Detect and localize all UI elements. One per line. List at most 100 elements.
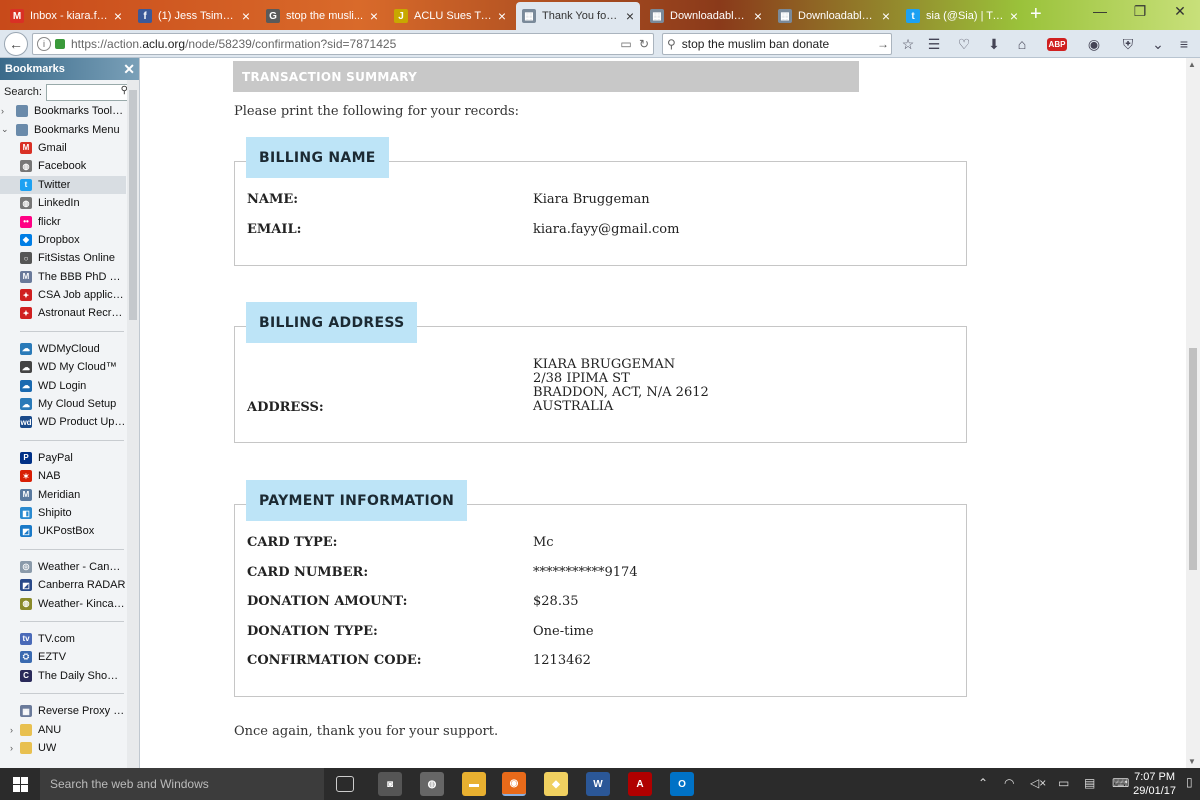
adblock-icon[interactable]: ABP	[1044, 35, 1070, 53]
overflow-chevron-icon[interactable]: ⌄	[1148, 35, 1168, 53]
close-window-icon[interactable]: ✕	[1160, 3, 1200, 20]
page-scrollbar[interactable]: ▲ ▼	[1186, 58, 1200, 768]
home-icon[interactable]: ⌂	[1012, 35, 1032, 53]
url-text[interactable]: https://action.aclu.org/node/58239/confi…	[71, 37, 617, 51]
menu-icon[interactable]: ≡	[1174, 35, 1194, 53]
collapse-chevron-icon[interactable]: ›	[10, 725, 13, 735]
bookmark-item[interactable]: M Meridian	[0, 485, 126, 503]
search-bar[interactable]: ⚲ →	[662, 33, 892, 55]
bookmark-item[interactable]: P PayPal	[0, 449, 126, 467]
new-tab-button[interactable]: +	[1030, 4, 1042, 24]
bookmark-item[interactable]: ◎ Weather - Canbe...	[0, 558, 126, 576]
reading-list-icon[interactable]: ☰	[924, 35, 944, 53]
file-explorer-icon[interactable]: ▬	[462, 772, 486, 796]
sticky-notes-icon[interactable]: ◆	[544, 772, 568, 796]
page-scrollbar-thumb[interactable]	[1189, 348, 1197, 570]
sidebar-search-input[interactable]	[46, 85, 121, 100]
keyboard-icon[interactable]: ⌨	[1112, 776, 1129, 790]
close-tab-icon[interactable]: ×	[370, 9, 378, 23]
bookmark-item[interactable]: ◍ LinkedIn	[0, 194, 126, 212]
collapse-chevron-icon[interactable]: ›	[10, 743, 13, 753]
close-tab-icon[interactable]: ×	[498, 9, 506, 23]
app-icon[interactable]: ◍	[420, 772, 444, 796]
bookmark-item[interactable]: ✦ CSA Job applicati...	[0, 286, 126, 304]
bookmark-item[interactable]: ✶ NAB	[0, 467, 126, 485]
bookmark-item[interactable]: ◧ Shipito	[0, 504, 126, 522]
search-input[interactable]	[681, 37, 875, 51]
close-tab-icon[interactable]: ×	[754, 9, 762, 23]
browser-tab[interactable]: ▦ Downloadable ... ×	[772, 2, 896, 30]
bookmark-item[interactable]: wd WD Product Upd...	[0, 413, 126, 431]
bookmark-item[interactable]: ◩ UKPostBox	[0, 522, 126, 540]
bookmark-item[interactable]: ⛭ EZTV	[0, 648, 126, 666]
taskbar-search-box[interactable]: Search the web and Windows	[40, 768, 324, 800]
word-icon[interactable]: W	[586, 772, 610, 796]
close-tab-icon[interactable]: ×	[626, 9, 634, 23]
close-sidebar-icon[interactable]: ✕	[123, 61, 135, 78]
extension-icon[interactable]: ◉	[1084, 35, 1104, 53]
close-tab-icon[interactable]: ×	[242, 9, 250, 23]
close-tab-icon[interactable]: ×	[1010, 9, 1018, 23]
bookmark-item[interactable]: tv TV.com	[0, 630, 126, 648]
bookmark-item[interactable]: M The BBB PhD – B...	[0, 268, 126, 286]
sidebar-search-box[interactable]: ⚲	[45, 83, 135, 101]
bookmark-item[interactable]: ▦ Reverse Proxy - A...	[0, 702, 126, 720]
bookmark-folder[interactable]: › UW	[0, 739, 126, 757]
search-go-icon[interactable]: →	[875, 37, 891, 51]
outlook-icon[interactable]: O	[670, 772, 694, 796]
task-view-icon[interactable]	[336, 776, 354, 792]
action-center-icon[interactable]: ▯	[1186, 775, 1193, 789]
collapse-chevron-icon[interactable]: ›	[1, 106, 4, 116]
bookmark-item[interactable]: ◍ Weather- Kincard...	[0, 594, 126, 612]
close-tab-icon[interactable]: ×	[882, 9, 890, 23]
bookmark-item[interactable]: ☁ WDMyCloud	[0, 340, 126, 358]
bookmark-item[interactable]: ☁ My Cloud Setup	[0, 395, 126, 413]
battery-icon[interactable]: ▭	[1058, 776, 1069, 790]
bookmark-folder[interactable]: › Bookmarks Toolbar	[0, 102, 126, 120]
bookmark-folder[interactable]: › ANU	[0, 720, 126, 738]
browser-tab[interactable]: f (1) Jess Tsimeris ×	[132, 2, 256, 30]
bookmark-item[interactable]: M Gmail	[0, 139, 126, 157]
info-icon[interactable]: i	[37, 37, 51, 51]
start-button[interactable]	[0, 768, 40, 800]
bookmark-item[interactable]: ◆ Dropbox	[0, 231, 126, 249]
browser-tab[interactable]: ▦ Downloadable ... ×	[644, 2, 768, 30]
reader-view-icon[interactable]: ▭	[617, 37, 635, 51]
bookmark-item[interactable]: t Twitter	[0, 175, 126, 194]
bookmark-item[interactable]: ✦ Astronaut Recruit...	[0, 304, 126, 322]
bookmark-item[interactable]: ☁ WD My Cloud™	[0, 358, 126, 376]
restore-icon[interactable]: ❐	[1120, 3, 1160, 20]
bookmark-item[interactable]: ◍ Facebook	[0, 157, 126, 175]
bookmark-star-icon[interactable]: ☆	[898, 35, 918, 53]
scroll-down-icon[interactable]: ▼	[1188, 757, 1196, 766]
minimize-icon[interactable]: —	[1080, 3, 1120, 19]
browser-tab[interactable]: t sia (@Sia) | Twi... ×	[900, 2, 1024, 30]
back-button[interactable]: ←	[4, 32, 28, 56]
bookmark-item[interactable]: ◩ Canberra RADAR	[0, 576, 126, 594]
extension-icon-2[interactable]: ⛨	[1118, 35, 1138, 53]
scroll-up-icon[interactable]: ▲	[1188, 60, 1196, 69]
bookmark-item[interactable]: ☁ WD Login	[0, 376, 126, 394]
close-tab-icon[interactable]: ×	[114, 9, 122, 23]
camera-app-icon[interactable]: ◙	[378, 772, 402, 796]
browser-tab[interactable]: M Inbox - kiara.fa... ×	[4, 2, 128, 30]
bookmark-item[interactable]: ○ FitSistas Online	[0, 249, 126, 267]
browser-tab[interactable]: Gstop the musli... ×	[260, 2, 384, 30]
notification-icon[interactable]: ▤	[1084, 776, 1095, 790]
volume-icon[interactable]: ◁×	[1030, 776, 1046, 790]
scrollbar-thumb[interactable]	[129, 90, 137, 320]
bookmark-item[interactable]: C The Daily Show w...	[0, 667, 126, 685]
sidebar-scrollbar[interactable]	[127, 80, 139, 768]
bookmark-folder[interactable]: ⌄ Bookmarks Menu	[0, 120, 126, 138]
acrobat-icon[interactable]: A	[628, 772, 652, 796]
pocket-icon[interactable]: ♡	[954, 35, 974, 53]
expand-chevron-icon[interactable]: ⌄	[1, 124, 9, 135]
download-icon[interactable]: ⬇	[984, 35, 1004, 53]
tray-chevron-icon[interactable]: ⌃	[978, 776, 988, 790]
bookmark-item[interactable]: •• flickr	[0, 212, 126, 230]
wifi-icon[interactable]: ◠	[1004, 776, 1014, 790]
reload-icon[interactable]: ↻	[635, 37, 653, 51]
browser-tab[interactable]: J ACLU Sues Tru... ×	[388, 2, 512, 30]
firefox-icon[interactable]: ◉	[502, 772, 526, 796]
clock[interactable]: 7:07 PM 29/01/17	[1133, 770, 1176, 798]
